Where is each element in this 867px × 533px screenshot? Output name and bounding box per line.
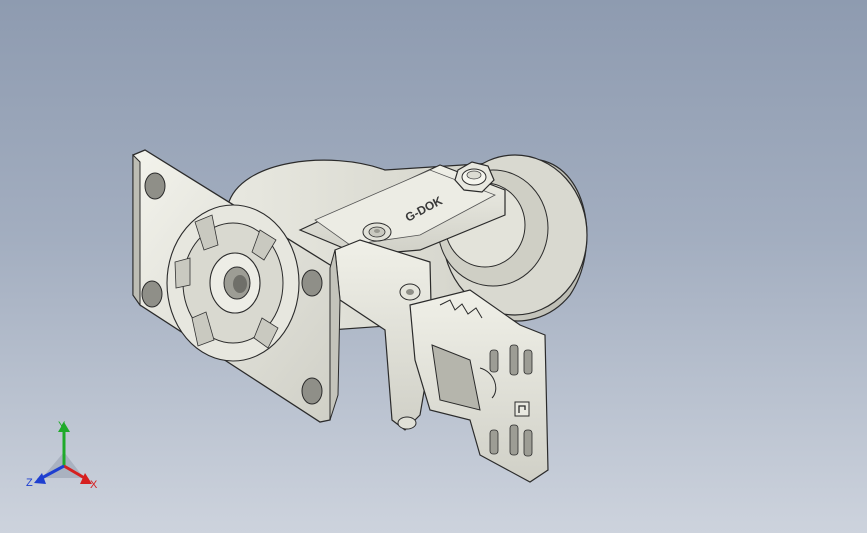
bolt-hole bbox=[301, 269, 323, 297]
pedal-slot bbox=[489, 429, 499, 455]
pedal-slot bbox=[509, 424, 519, 456]
x-axis-label: X bbox=[90, 479, 98, 491]
pedal-slot bbox=[523, 349, 533, 375]
coordinate-triad: Y X Z bbox=[26, 420, 98, 491]
bolt-hole bbox=[301, 377, 323, 405]
grease-fitting bbox=[362, 222, 392, 242]
z-axis-label: Z bbox=[26, 477, 33, 489]
bolt-hole bbox=[144, 172, 166, 200]
caster-model[interactable]: G-DOK bbox=[0, 0, 867, 533]
z-axis-arrow bbox=[34, 473, 46, 484]
bolt-hole bbox=[141, 280, 163, 308]
y-axis-label: Y bbox=[58, 420, 66, 432]
pedal-slot bbox=[509, 344, 519, 376]
lock-icon bbox=[514, 401, 530, 417]
pedal-slot bbox=[523, 429, 533, 457]
pedal-slot bbox=[489, 349, 499, 373]
3d-viewport[interactable]: G-DOK Y X Z bbox=[0, 0, 867, 533]
